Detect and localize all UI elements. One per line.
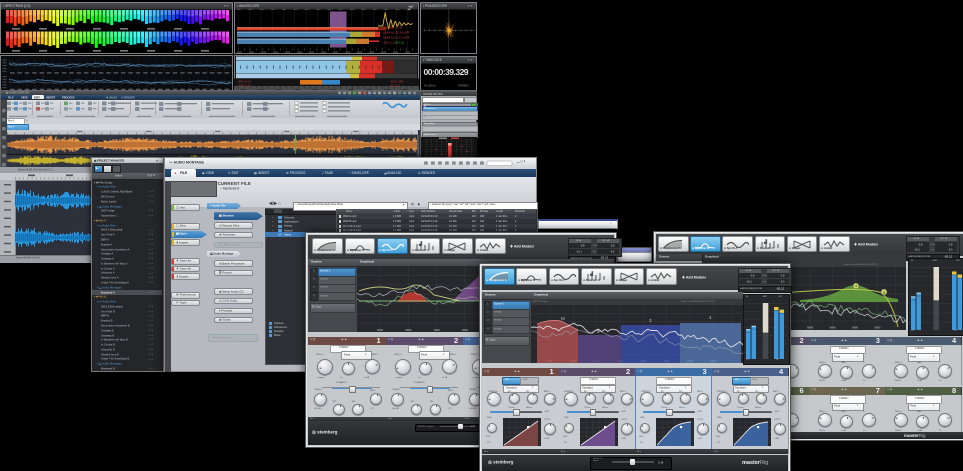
svg-text:▟: ▟ — [589, 271, 594, 276]
svg-text:▟: ▟ — [418, 241, 423, 246]
svg-text:3: 3 — [649, 318, 652, 323]
svg-text:4: 4 — [709, 315, 712, 320]
svg-text:▟: ▟ — [763, 239, 768, 244]
svg-text:M: M — [561, 316, 565, 321]
